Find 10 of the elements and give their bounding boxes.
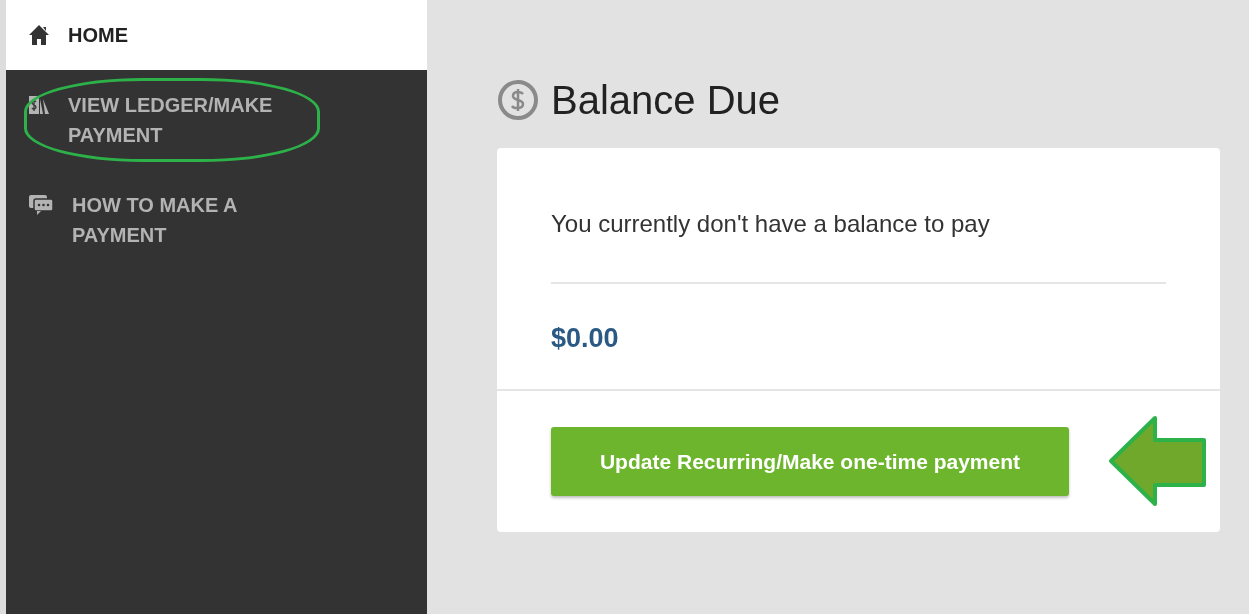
- sidebar-item[interactable]: VIEW LEDGER/MAKE PAYMENT: [6, 70, 427, 170]
- receipt-icon: [28, 94, 50, 116]
- dollar-icon: [497, 79, 539, 121]
- home-icon: [28, 24, 50, 46]
- page-title: Balance Due: [551, 77, 781, 124]
- balance-amount: $0.00: [551, 322, 620, 355]
- balance-message: You currently don't have a balance to pay: [551, 206, 1166, 284]
- sidebar-item[interactable]: HOW TO MAKE A PAYMENT: [6, 170, 427, 270]
- sidebar-item[interactable]: HOME: [6, 0, 427, 70]
- chat-icon: [28, 194, 54, 216]
